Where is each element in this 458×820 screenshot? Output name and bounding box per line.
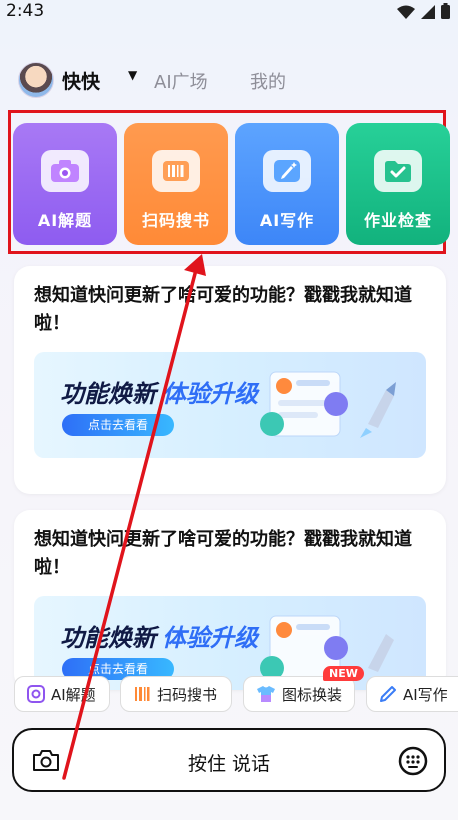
user-name[interactable]: 快快 xyxy=(62,67,100,94)
message-card[interactable]: 想知道快问更新了啥可爱的功能？戳戳我就知道啦！ 功能焕新 体验升级 点击去看看 xyxy=(14,510,446,690)
caret-down-icon[interactable]: ▼ xyxy=(128,68,137,82)
quick-action-row: AI解题 扫码搜书 图标换装 NEW AI写作 xyxy=(14,666,458,714)
hold-to-talk-label[interactable]: 按住 说话 xyxy=(14,749,444,776)
feature-ai-write[interactable]: AI写作 xyxy=(235,123,339,245)
banner-title-part2: 体验升级 xyxy=(162,624,258,652)
barcode-icon xyxy=(133,685,151,703)
feature-row-highlight: AI解题 扫码搜书 AI写作 作业检查 xyxy=(8,110,450,254)
battery-icon xyxy=(441,3,450,24)
signal-icon xyxy=(421,4,435,24)
pen-icon xyxy=(379,685,397,703)
chip-scan-book[interactable]: 扫码搜书 xyxy=(120,676,232,712)
chip-label: 扫码搜书 xyxy=(157,685,218,704)
feature-label: AI写作 xyxy=(259,211,315,230)
new-badge: NEW xyxy=(323,666,364,681)
feature-homework-check[interactable]: 作业检查 xyxy=(346,123,450,245)
folder-check-icon xyxy=(374,150,422,192)
shirt-icon xyxy=(256,685,276,703)
status-time: 2:43 xyxy=(6,1,45,21)
banner-title: 功能焕新 体验升级 xyxy=(60,618,258,653)
feature-label: 扫码搜书 xyxy=(141,211,210,230)
chip-label: 图标换装 xyxy=(282,685,343,704)
chip-label: AI写作 xyxy=(403,685,448,704)
top-nav: 快快 ▼ AI广场 我的 xyxy=(18,60,448,100)
banner-button[interactable]: 点击去看看 xyxy=(62,414,174,436)
status-icons xyxy=(397,3,450,24)
chip-label: AI解题 xyxy=(51,685,96,704)
avatar[interactable] xyxy=(18,62,54,98)
camera-icon xyxy=(41,150,89,192)
card-text: 想知道快问更新了啥可爱的功能？戳戳我就知道啦！ xyxy=(34,285,412,334)
message-card[interactable]: 想知道快问更新了啥可爱的功能？戳戳我就知道啦！ 功能焕新 体验升级 点击去看看 xyxy=(14,266,446,494)
banner-title-part1: 功能焕新 xyxy=(60,380,156,408)
banner-title-part2: 体验升级 xyxy=(162,380,258,408)
barcode-icon xyxy=(152,150,200,192)
rocket-illustration-icon xyxy=(256,366,406,450)
chip-ai-solve[interactable]: AI解题 xyxy=(14,676,110,712)
feature-label: 作业检查 xyxy=(363,211,432,230)
voice-input-bar[interactable]: 按住 说话 xyxy=(12,728,446,792)
chip-ai-write[interactable]: AI写作 xyxy=(366,676,458,712)
tab-mine[interactable]: 我的 xyxy=(250,68,286,94)
banner-title: 功能焕新 体验升级 xyxy=(60,374,258,409)
chip-icon-theme[interactable]: 图标换装 xyxy=(243,676,355,712)
promo-banner[interactable]: 功能焕新 体验升级 点击去看看 xyxy=(34,352,426,458)
status-bar: 2:43 xyxy=(0,0,458,26)
camera-icon xyxy=(27,685,45,703)
pen-icon xyxy=(263,150,311,192)
card-text: 想知道快问更新了啥可爱的功能？戳戳我就知道啦！ xyxy=(34,529,412,578)
feature-ai-solve[interactable]: AI解题 xyxy=(13,123,117,245)
feature-scan-book[interactable]: 扫码搜书 xyxy=(124,123,228,245)
tab-ai-square[interactable]: AI广场 xyxy=(154,68,208,94)
keyboard-icon[interactable] xyxy=(398,746,428,780)
banner-title-part1: 功能焕新 xyxy=(60,624,156,652)
wifi-icon xyxy=(397,4,415,24)
feature-label: AI解题 xyxy=(37,211,93,230)
